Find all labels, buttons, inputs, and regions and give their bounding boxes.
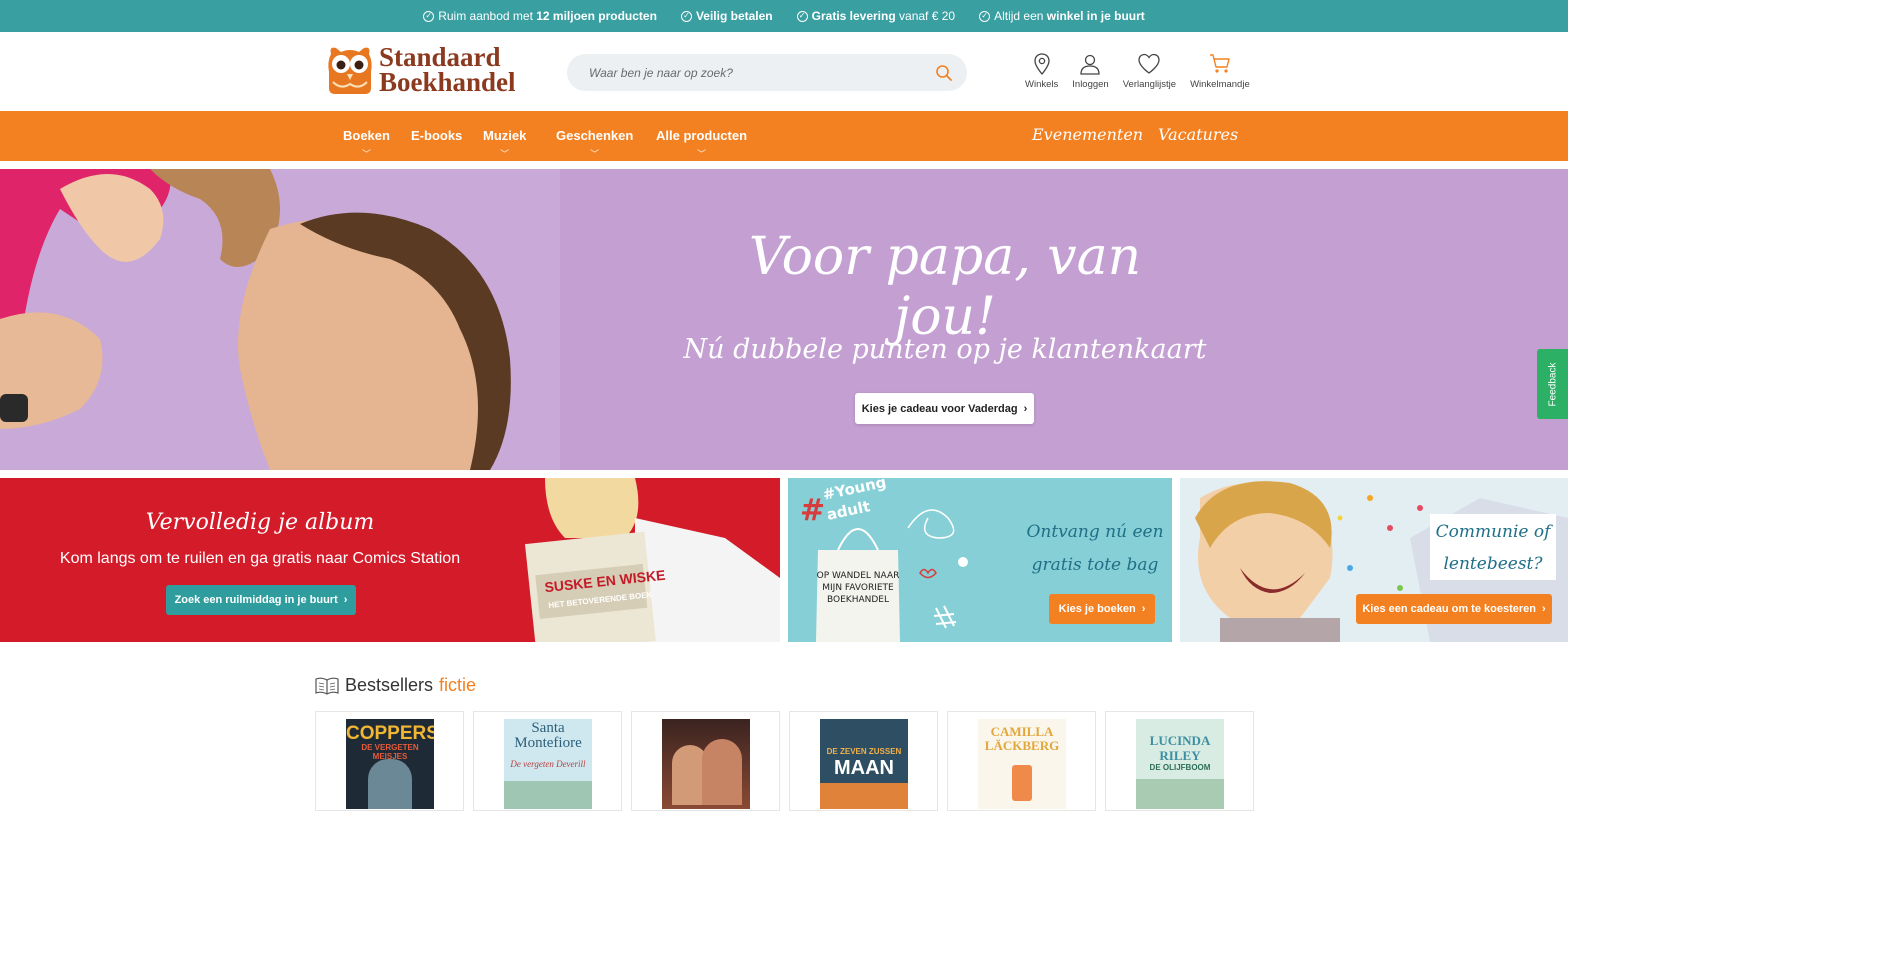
usp-text: Gratis levering vanaf € 20 (811, 9, 956, 23)
usp-text: Altijd een winkel in je buurt (994, 9, 1145, 23)
nav-item-music[interactable]: Muziek ﹀ (483, 128, 526, 159)
bag-line-3: BOEKHANDEL (827, 595, 889, 605)
nav-item-gifts[interactable]: Geschenken ﹀ (556, 128, 633, 159)
bag-line-1: OP WANDEL NAAR (817, 571, 900, 581)
cart-label: Winkelmandje (1190, 79, 1250, 90)
usp-bar: ✓ Ruim aanbod met 12 miljoen producten ✓… (0, 0, 1568, 32)
bestsellers-accent: fictie (439, 675, 477, 695)
logo-text: Standaard Boekhandel (379, 42, 516, 97)
chevron-down-icon: ﹀ (500, 149, 510, 159)
usp-item: ✓ Altijd een winkel in je buurt (979, 9, 1145, 23)
site-logo[interactable]: Standaard Boekhandel (327, 44, 516, 96)
main-nav: Boeken ﹀ E-books Muziek ﹀ Geschenken ﹀ Alle… (0, 111, 1568, 161)
chevron-right-icon: › (1141, 603, 1146, 615)
owl-logo-icon (328, 47, 372, 94)
book-card[interactable]: LUCINDA RILEY DE OLIJFBOOM (1105, 711, 1254, 811)
check-icon: ✓ (796, 10, 808, 22)
user-icon (1080, 54, 1101, 75)
search-icon[interactable] (935, 64, 953, 82)
tote-bag-message: Ontvang nú een gratis tote bag (1026, 522, 1164, 575)
communion-card: Communie of lentebeest? (1430, 514, 1556, 580)
promo-subtitle: Kom langs om te ruilen en ga gratis naar… (59, 550, 461, 567)
chevron-right-icon: › (1023, 402, 1028, 415)
check-icon: ✓ (423, 10, 435, 22)
bestsellers-heading: Bestsellers fictie (315, 675, 476, 696)
promo-tote-bag-tile[interactable]: # #Young adult OP WANDEL NAAR MIJN FAVOR… (788, 478, 1172, 642)
stores-link[interactable]: Winkels (1025, 52, 1058, 90)
stores-label: Winkels (1025, 79, 1059, 90)
feedback-tab[interactable]: Feedback (1537, 349, 1568, 419)
young-adult-hash: # (800, 493, 825, 528)
open-book-icon (315, 677, 339, 695)
hero-subtitle: Nú dubbele punten op je klantenkaart (683, 334, 1207, 365)
promo-album-tile[interactable]: Vervolledig je album Kom langs om te rui… (0, 478, 780, 642)
hero-cta-button[interactable]: Kies je cadeau voor Vaderdag › (855, 393, 1034, 424)
check-icon: ✓ (979, 10, 991, 22)
book-cover: COPPERS DE VERGETEN MEISJES (346, 719, 434, 809)
tote-bag-illustration: # #Young adult OP WANDEL NAAR MIJN FAVOR… (800, 478, 968, 642)
book-cover: DE ZEVEN ZUSSEN MAAN (820, 719, 908, 809)
chevron-right-icon: › (343, 594, 348, 606)
usp-text: Ruim aanbod met 12 miljoen producten (438, 9, 657, 23)
search-bar[interactable] (567, 54, 967, 91)
location-pin-icon (1033, 53, 1050, 75)
nav-item-ebooks[interactable]: E-books (411, 128, 462, 143)
chevron-down-icon: ﹀ (361, 149, 371, 159)
bestsellers-title: Bestsellers (345, 675, 434, 695)
wishlist-link[interactable]: Verlanglijstje (1123, 52, 1176, 90)
choose-books-button[interactable]: Kies je boeken › (1049, 594, 1155, 624)
login-label: Inloggen (1072, 79, 1109, 90)
chevron-down-icon: ﹀ (696, 149, 707, 159)
nav-item-jobs[interactable]: Vacatures (1158, 125, 1238, 144)
book-cover: LUCINDA RILEY DE OLIJFBOOM (1136, 719, 1224, 809)
book-card[interactable]: CAMILLA LÄCKBERG (947, 711, 1096, 811)
hero-title: Voor papa, van jou! (748, 227, 1142, 347)
choose-gift-button[interactable]: Kies een cadeau om te koesteren › (1356, 594, 1552, 624)
nav-item-all-products[interactable]: Alle producten ﹀ (656, 128, 747, 159)
comic-child-photo: SUSKE EN WISKE HET BETOVERENDE BOEK (525, 478, 780, 642)
book-cover: CAMILLA LÄCKBERG (978, 719, 1066, 809)
promo-communion-tile[interactable]: Communie of lentebeest? Kies een cadeau … (1180, 478, 1568, 642)
book-cover (662, 719, 750, 809)
bag-line-2: MIJN FAVORIETE (822, 583, 894, 593)
usp-item: ✓ Veilig betalen (680, 9, 773, 23)
search-input[interactable] (589, 65, 935, 80)
check-icon: ✓ (680, 10, 692, 22)
site-header: Standaard Boekhandel Winkels Inloggen Ve… (0, 32, 1568, 111)
book-card[interactable]: Santa Montefiore De vergeten Deverill (473, 711, 622, 811)
hero-banner[interactable]: Voor papa, van jou! Nú dubbele punten op… (0, 169, 1568, 470)
chevron-right-icon: › (1541, 603, 1546, 615)
book-card[interactable]: COPPERS DE VERGETEN MEISJES (315, 711, 464, 811)
wishlist-label: Verlanglijstje (1122, 79, 1177, 90)
book-cover: Santa Montefiore De vergeten Deverill (504, 719, 592, 809)
nav-item-books[interactable]: Boeken ﹀ (343, 128, 390, 159)
cart-link[interactable]: Winkelmandje (1190, 52, 1250, 90)
book-card[interactable] (631, 711, 780, 811)
login-link[interactable]: Inloggen (1072, 52, 1109, 90)
hero-photo (0, 169, 560, 470)
book-card[interactable]: DE ZEVEN ZUSSEN MAAN (789, 711, 938, 811)
usp-item: ✓ Ruim aanbod met 12 miljoen producten (423, 9, 657, 23)
usp-item: ✓ Gratis levering vanaf € 20 (796, 9, 956, 23)
chevron-down-icon: ﹀ (590, 149, 600, 159)
find-swap-button[interactable]: Zoek een ruilmiddag in je buurt › (166, 585, 356, 615)
promo-title: Vervolledig je album (145, 510, 375, 535)
usp-text: Veilig betalen (695, 9, 773, 23)
header-icons: Winkels Inloggen Verlanglijstje Winkelma… (1025, 52, 1250, 90)
nav-item-events[interactable]: Evenementen (1032, 125, 1143, 144)
heart-icon (1138, 53, 1161, 74)
cart-icon (1209, 54, 1230, 73)
